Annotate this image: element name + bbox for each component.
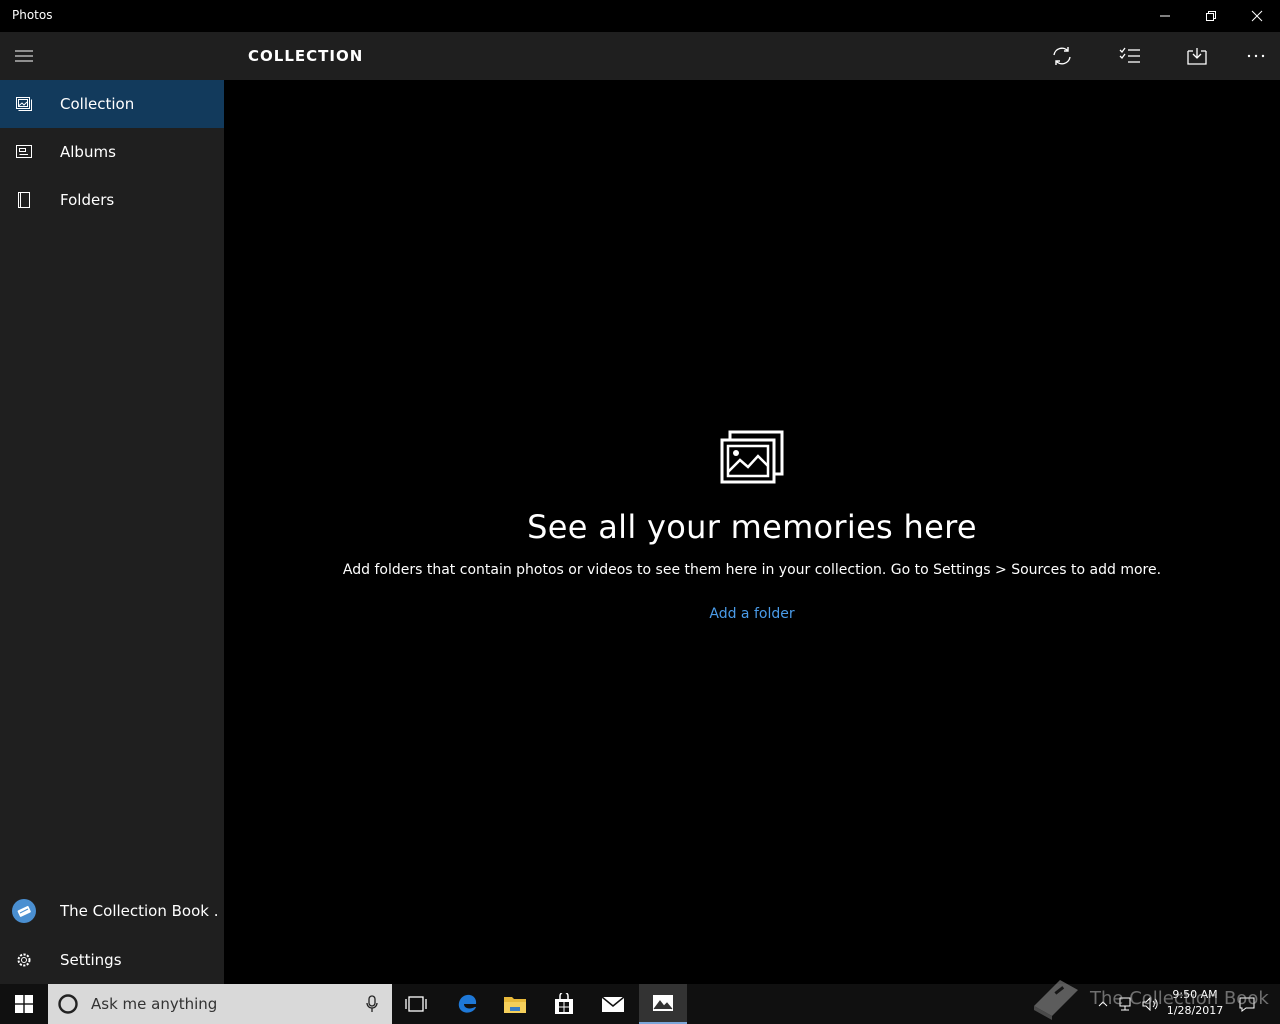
minimize-icon	[1160, 15, 1170, 17]
close-button[interactable]	[1234, 0, 1280, 32]
file-explorer-button[interactable]	[491, 984, 539, 1024]
refresh-button[interactable]	[1032, 32, 1092, 80]
folder-icon	[504, 997, 526, 1013]
nav-label: Albums	[60, 143, 116, 161]
book-icon	[1034, 980, 1078, 1020]
album-icon	[0, 128, 48, 176]
task-view-button[interactable]	[392, 984, 440, 1024]
store-icon	[555, 993, 573, 1014]
search-placeholder: Ask me anything	[91, 995, 218, 1013]
account-icon	[0, 887, 48, 935]
photos-stack-icon	[720, 430, 784, 484]
watermark: The Collection Book	[1030, 976, 1269, 1020]
mail-icon	[601, 996, 625, 1012]
page-title: COLLECTION	[248, 47, 364, 65]
title-bar: Photos	[0, 0, 1280, 32]
hamburger-icon	[15, 50, 33, 62]
empty-message: Add folders that contain photos or video…	[342, 562, 1162, 578]
empty-state: See all your memories here Add folders t…	[224, 430, 1280, 622]
navigation-pane: Collection Albums Folders The Collection…	[0, 32, 224, 984]
watermark-text: The Collection Book	[1090, 987, 1269, 1009]
gear-icon	[0, 936, 48, 984]
settings-item[interactable]: Settings	[0, 936, 224, 984]
minimize-button[interactable]	[1142, 0, 1188, 32]
folder-icon	[0, 176, 48, 224]
more-button[interactable]	[1226, 32, 1280, 80]
nav-label: Folders	[60, 191, 115, 209]
settings-label: Settings	[60, 951, 122, 969]
import-button[interactable]	[1167, 32, 1227, 80]
cortana-icon	[58, 994, 78, 1014]
start-button[interactable]	[0, 984, 48, 1024]
mail-button[interactable]	[589, 984, 637, 1024]
refresh-icon	[1053, 47, 1071, 65]
photos-button[interactable]	[639, 984, 687, 1024]
search-box[interactable]: Ask me anything	[48, 984, 392, 1024]
select-icon	[1119, 47, 1140, 63]
account-label: The Collection Book .	[60, 902, 219, 920]
edge-button[interactable]	[443, 984, 491, 1024]
account-item[interactable]: The Collection Book .	[0, 887, 224, 935]
nav-label: Collection	[60, 95, 135, 113]
collection-icon	[0, 80, 48, 128]
nav-item-albums[interactable]: Albums	[0, 128, 224, 176]
add-folder-link[interactable]: Add a folder	[709, 606, 794, 622]
empty-heading: See all your memories here	[527, 508, 977, 546]
close-icon	[1251, 10, 1263, 22]
more-icon	[1247, 54, 1265, 58]
command-bar: COLLECTION	[224, 32, 1280, 80]
window-title: Photos	[12, 8, 53, 22]
nav-item-folders[interactable]: Folders	[0, 176, 224, 224]
restore-button[interactable]	[1188, 0, 1234, 32]
task-view-icon	[405, 996, 427, 1012]
store-button[interactable]	[540, 984, 588, 1024]
windows-logo-icon	[15, 995, 33, 1013]
import-icon	[1187, 48, 1207, 65]
restore-icon	[1206, 11, 1216, 21]
nav-item-collection[interactable]: Collection	[0, 80, 224, 128]
edge-icon	[458, 994, 477, 1013]
microphone-icon[interactable]	[366, 995, 378, 1013]
photos-icon	[653, 995, 673, 1011]
select-button[interactable]	[1100, 32, 1160, 80]
hamburger-button[interactable]	[0, 32, 48, 80]
